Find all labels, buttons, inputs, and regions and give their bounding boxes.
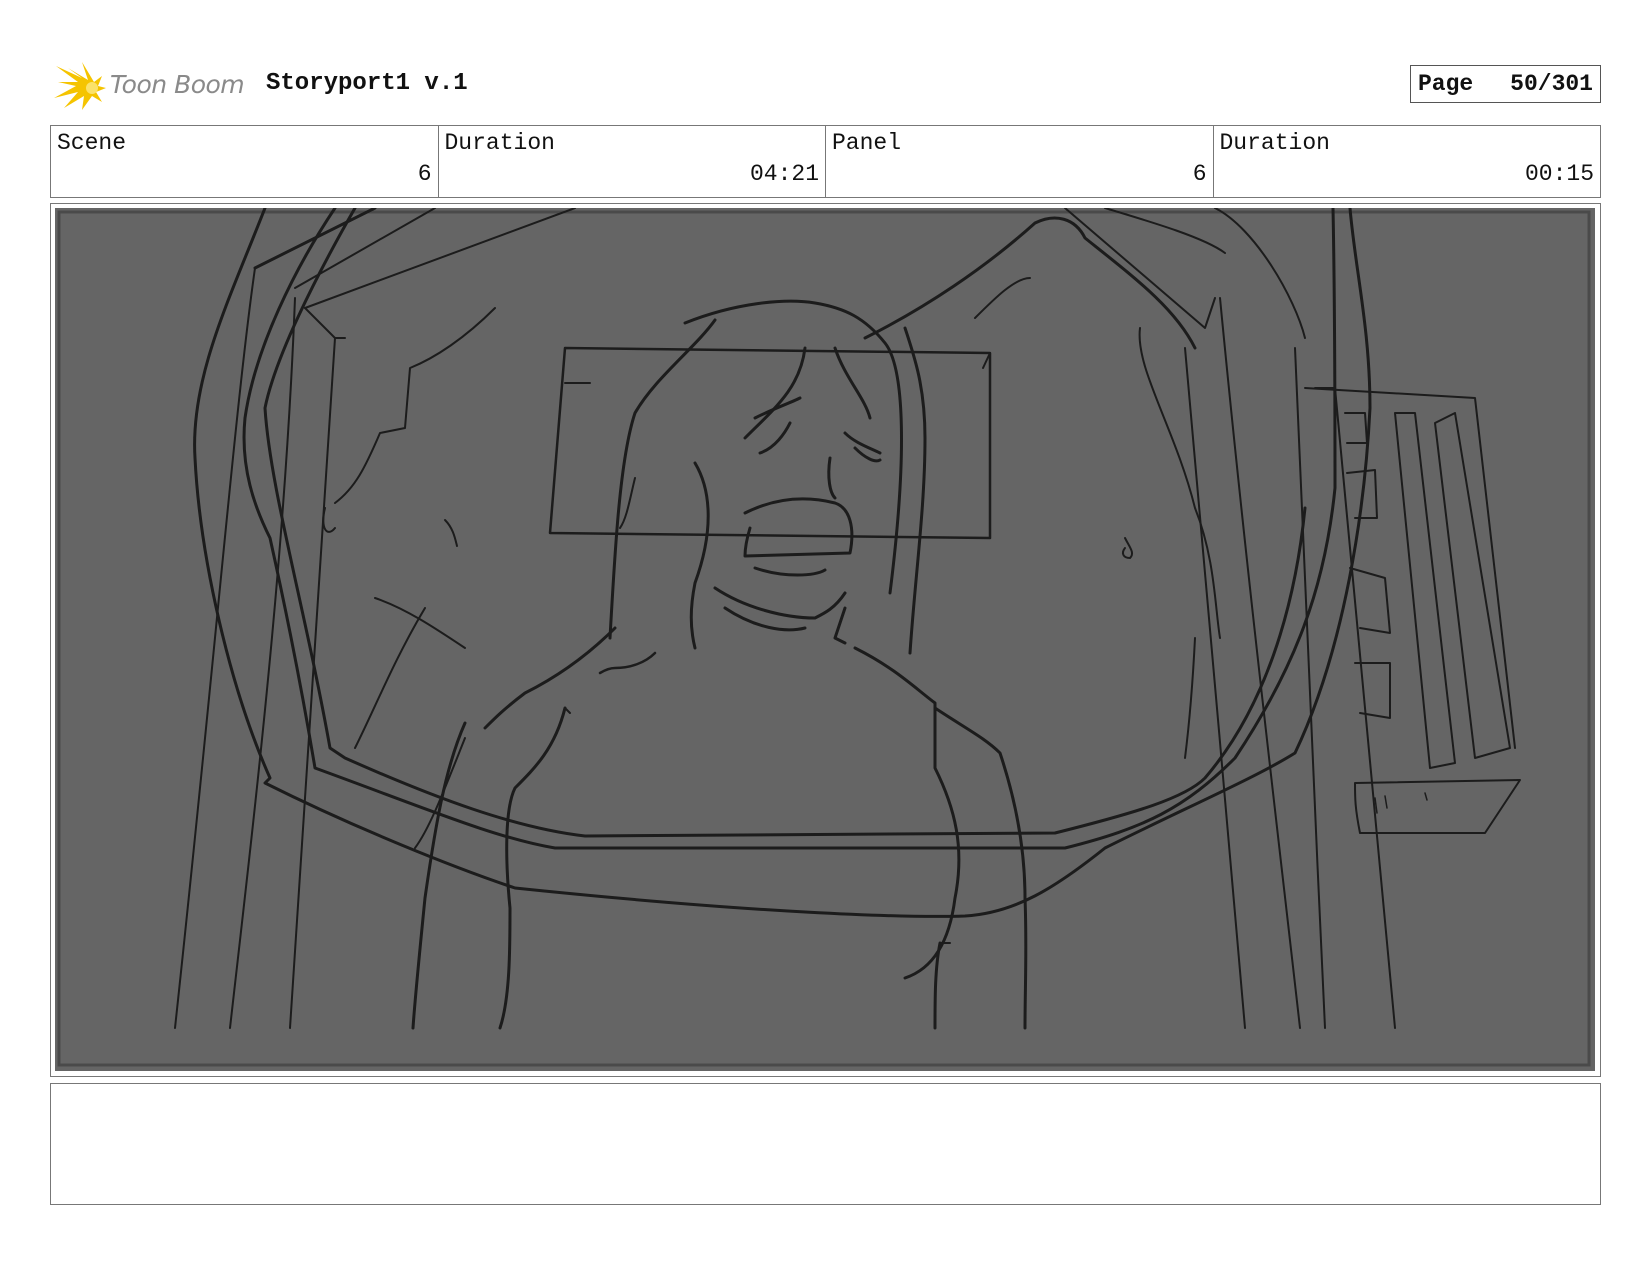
panel-label: Panel — [832, 130, 902, 156]
scene-value: 6 — [417, 161, 432, 187]
panel-duration-value: 00:15 — [1524, 161, 1594, 187]
page-indicator: Page 50/301 — [1410, 65, 1601, 103]
panel-notes — [50, 1083, 1601, 1205]
starburst-icon — [54, 62, 106, 110]
panel-info-row: Scene 6 Duration 04:21 Panel 6 Duration … — [50, 125, 1601, 198]
sketch-drawing — [57, 208, 1591, 1067]
storyboard-sketch — [55, 208, 1595, 1071]
toon-boom-logo: Toon Boom — [52, 58, 252, 114]
panel-value: 6 — [1192, 161, 1207, 187]
logo-text: Toon Boom — [110, 70, 245, 99]
scene-label: Scene — [57, 130, 127, 156]
panel-duration-cell: Duration 00:15 — [1214, 126, 1601, 197]
scene-cell: Scene 6 — [51, 126, 439, 197]
scene-duration-label: Duration — [444, 130, 555, 156]
storyboard-frame — [50, 203, 1601, 1077]
panel-cell: Panel 6 — [826, 126, 1214, 197]
page-number: 50/301 — [1510, 71, 1593, 97]
panel-duration-label: Duration — [1219, 130, 1330, 156]
page-label: Page — [1418, 71, 1474, 97]
project-title: Storyport1 v.1 — [266, 70, 468, 97]
scene-duration-cell: Duration 04:21 — [439, 126, 826, 197]
scene-duration-value: 04:21 — [749, 161, 819, 187]
